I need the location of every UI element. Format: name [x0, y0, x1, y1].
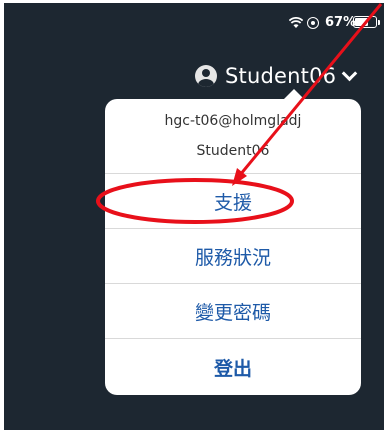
user-menu-button[interactable]: Student06: [195, 59, 358, 93]
account-email: hgc-t06@holmgladj: [164, 113, 302, 129]
status-bar: 67%: [4, 3, 384, 39]
user-dropdown-menu: hgc-t06@holmgladj Student06 支援 服務狀況 變更密碼…: [105, 99, 361, 395]
menu-account-header: hgc-t06@holmgladj Student06: [105, 99, 361, 173]
battery-cap: [378, 20, 380, 25]
account-username: Student06: [196, 143, 270, 159]
screenshot-canvas: 67% Student06 hgc-t06@holmgladj Student0…: [0, 0, 387, 432]
menu-item-service-status[interactable]: 服務狀況: [105, 228, 361, 283]
battery-fill: [355, 18, 368, 26]
orientation-lock-icon: [307, 17, 319, 29]
user-avatar-icon: [195, 65, 217, 87]
user-name-label: Student06: [225, 64, 337, 88]
wifi-icon: [289, 17, 303, 28]
menu-item-support[interactable]: 支援: [105, 173, 361, 228]
battery-icon: [353, 16, 377, 28]
menu-item-change-password[interactable]: 變更密碼: [105, 283, 361, 338]
battery-percent: 67%: [325, 15, 357, 30]
chevron-down-icon: [341, 65, 358, 81]
menu-item-logout[interactable]: 登出: [105, 338, 361, 395]
